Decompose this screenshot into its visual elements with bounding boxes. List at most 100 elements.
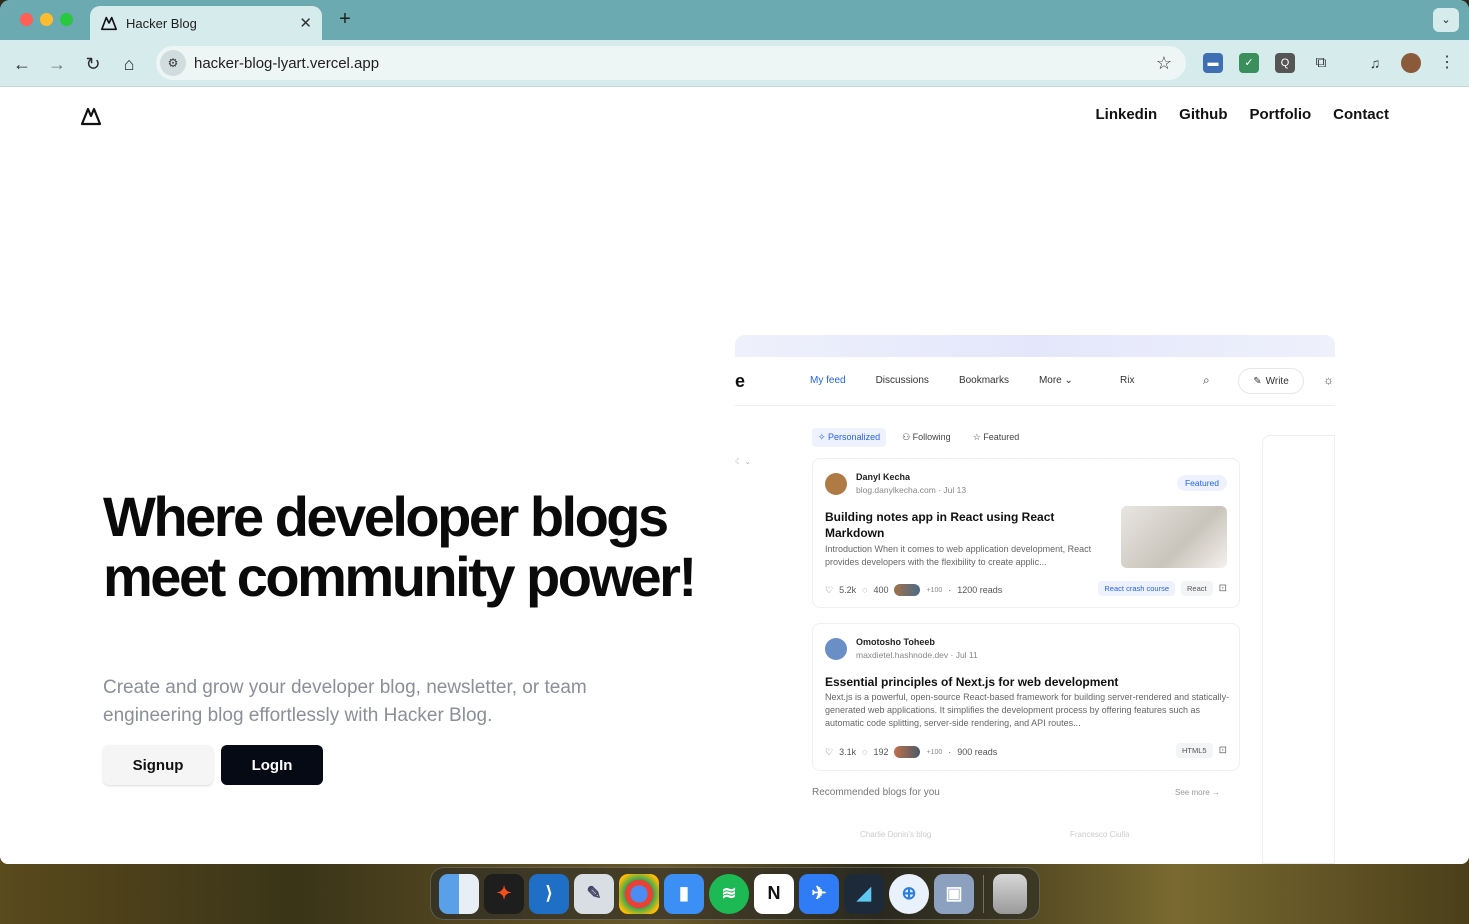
bookmark-icon: ⊡ xyxy=(1218,745,1227,756)
extension-icon[interactable]: ▬ xyxy=(1203,53,1223,73)
trash-icon[interactable] xyxy=(993,873,1027,914)
q-extension-icon[interactable]: Q xyxy=(1275,53,1295,73)
forward-arrow-icon[interactable]: → xyxy=(45,52,69,76)
search-icon: ⌕ xyxy=(1203,373,1210,387)
tab-hacker-blog[interactable]: Hacker Blog ✕ xyxy=(90,6,322,40)
post-stats: ♡ 5.2k ◌ 400 +100 · 1200 reads xyxy=(825,584,1003,596)
avatar xyxy=(825,473,847,495)
dock-separator xyxy=(983,874,984,913)
tab-search-button[interactable]: ⌄ xyxy=(1433,8,1459,32)
comment-icon: ◌ xyxy=(862,585,868,595)
post-excerpt: Next.js is a powerful, open-source React… xyxy=(825,692,1230,728)
post-card: Danyl Kecha blog.danylkecha.com · Jul 13… xyxy=(812,458,1240,608)
mockup-nav-discussions: Discussions xyxy=(875,375,929,386)
nav-link-linkedin[interactable]: Linkedin xyxy=(1096,106,1158,123)
home-icon[interactable]: ⌂ xyxy=(117,52,141,76)
mockup-divider xyxy=(735,405,1335,406)
sun-icon: ☼ xyxy=(1323,373,1334,387)
post-stats: ♡ 3.1k ◌ 192 +100 · 900 reads xyxy=(825,746,998,758)
tag-chip: React xyxy=(1181,581,1213,596)
address-bar[interactable]: ⚙ hacker-blog-lyart.vercel.app ☆ xyxy=(156,46,1186,80)
puzzle-icon[interactable]: ⧉ xyxy=(1311,53,1331,73)
window-app-icon[interactable]: ◢ xyxy=(844,873,884,914)
finder-icon[interactable] xyxy=(439,873,479,914)
tag-chip: HTML5 xyxy=(1176,743,1213,758)
spotify-icon[interactable]: ≋ xyxy=(709,873,749,914)
nav-link-portfolio[interactable]: Portfolio xyxy=(1250,106,1312,123)
zoom-window-button[interactable] xyxy=(60,13,73,26)
post-tags: HTML5 ⊡ xyxy=(1176,743,1227,758)
reader-avatars xyxy=(894,746,921,758)
post-tags: React crash course React ⊡ xyxy=(1098,581,1227,596)
top-navigation: Linkedin Github Portfolio Contact xyxy=(1096,106,1390,123)
post-thumbnail xyxy=(1121,506,1227,568)
minimize-window-button[interactable] xyxy=(40,13,53,26)
menu-kebab-icon[interactable]: ⋮ xyxy=(1437,53,1457,73)
recommended-blog: Francesco Ciulla xyxy=(1070,830,1130,839)
reload-icon[interactable]: ↻ xyxy=(81,52,105,76)
pencil-icon: ✎ xyxy=(1253,375,1262,387)
page-content: Linkedin Github Portfolio Contact Where … xyxy=(0,87,1469,864)
browser-window: Hacker Blog ✕ + ⌄ ← → ↻ ⌂ ⚙ hacker-blog-… xyxy=(0,0,1469,864)
product-screenshot: e My feed Discussions Bookmarks More ⌄ R… xyxy=(735,335,1335,864)
heart-icon: ♡ xyxy=(825,584,834,595)
reader-avatars xyxy=(894,584,921,596)
shield-icon[interactable]: ✓ xyxy=(1239,53,1259,73)
media-control-icon[interactable]: ♫ xyxy=(1365,53,1385,73)
mountain-logo-icon xyxy=(100,16,118,31)
featured-badge: Featured xyxy=(1176,475,1227,491)
preview-icon[interactable]: ▣ xyxy=(934,873,974,914)
new-tab-button[interactable]: + xyxy=(334,8,356,32)
post-title: Building notes app in React using React … xyxy=(825,510,1055,540)
mockup-header-gradient xyxy=(735,335,1335,357)
mockup-nav-rix: Rix xyxy=(1120,375,1135,386)
chrome-icon[interactable] xyxy=(619,873,659,914)
post-excerpt: Introduction When it comes to web applic… xyxy=(825,544,1092,567)
mockup-nav-more: More ⌄ xyxy=(1038,375,1073,386)
mockup-logo-fragment: e xyxy=(735,371,746,391)
url-text[interactable]: hacker-blog-lyart.vercel.app xyxy=(194,55,1156,72)
post-meta: blog.danylkecha.com · Jul 13 xyxy=(856,485,967,495)
bookmark-icon: ⊡ xyxy=(1218,583,1227,594)
post-title: Essential principles of Next.js for web … xyxy=(825,675,1119,689)
mockup-nav-my-feed: My feed xyxy=(810,375,846,386)
safari-icon[interactable]: ⊕ xyxy=(889,873,929,914)
nav-link-contact[interactable]: Contact xyxy=(1333,106,1389,123)
mockup-tab-following: ⚇ Following xyxy=(902,432,951,442)
mockup-nav-bookmarks: Bookmarks xyxy=(958,375,1009,386)
mockup-right-panel xyxy=(1262,435,1335,864)
dock: ✦ ⟩ ✎ ▮ ≋ N ✈ ◢ ⊕ ▣ xyxy=(430,867,1040,920)
close-icon[interactable]: ✕ xyxy=(299,14,312,32)
login-button[interactable]: LogIn xyxy=(221,745,323,785)
browser-toolbar: ← → ↻ ⌂ ⚙ hacker-blog-lyart.vercel.app ☆… xyxy=(0,40,1469,87)
comment-icon: ◌ xyxy=(862,747,868,757)
bookmarks-app-icon[interactable]: ▮ xyxy=(664,873,704,914)
mockup-feed-tabs: ✧ Personalized ⚇ Following ☆ Featured xyxy=(812,428,1025,447)
post-card: Omotosho Toheeb maxdietel.hashnode.dev ·… xyxy=(812,623,1240,771)
mockup-tab-personalized: ✧ Personalized xyxy=(812,428,887,447)
close-window-button[interactable] xyxy=(20,13,33,26)
avatar xyxy=(825,638,847,660)
profile-avatar[interactable] xyxy=(1401,53,1421,73)
nav-link-github[interactable]: Github xyxy=(1179,106,1227,123)
bookmark-star-icon[interactable]: ☆ xyxy=(1156,53,1172,74)
post-meta: maxdietel.hashnode.dev · Jul 11 xyxy=(856,650,978,660)
site-info-icon[interactable]: ⚙ xyxy=(160,50,186,76)
see-more-link: See more → xyxy=(1175,788,1220,797)
mountain-logo-icon[interactable] xyxy=(80,105,102,127)
tab-bar: Hacker Blog ✕ + ⌄ xyxy=(0,0,1469,40)
mockup-tab-featured: ☆ Featured xyxy=(972,432,1020,442)
signup-button[interactable]: Signup xyxy=(103,745,213,785)
mockup-left-sidebar: ☾ ⌄ xyxy=(735,457,752,466)
notion-icon[interactable]: N xyxy=(754,873,794,914)
cursor-app-icon[interactable]: ✎ xyxy=(574,873,614,914)
back-arrow-icon[interactable]: ← xyxy=(10,52,34,76)
post-author: Danyl Kecha xyxy=(856,472,911,482)
vscode-icon[interactable]: ⟩ xyxy=(529,873,569,914)
mockup-write-button: ✎ Write xyxy=(1238,368,1304,394)
hero-subtitle: Create and grow your developer blog, new… xyxy=(103,677,587,726)
testflight-icon[interactable]: ✈ xyxy=(799,873,839,914)
tab-title: Hacker Blog xyxy=(126,15,197,31)
figma-icon[interactable]: ✦ xyxy=(484,873,524,914)
recommended-blog: Charlie Donin's blog xyxy=(860,830,932,839)
